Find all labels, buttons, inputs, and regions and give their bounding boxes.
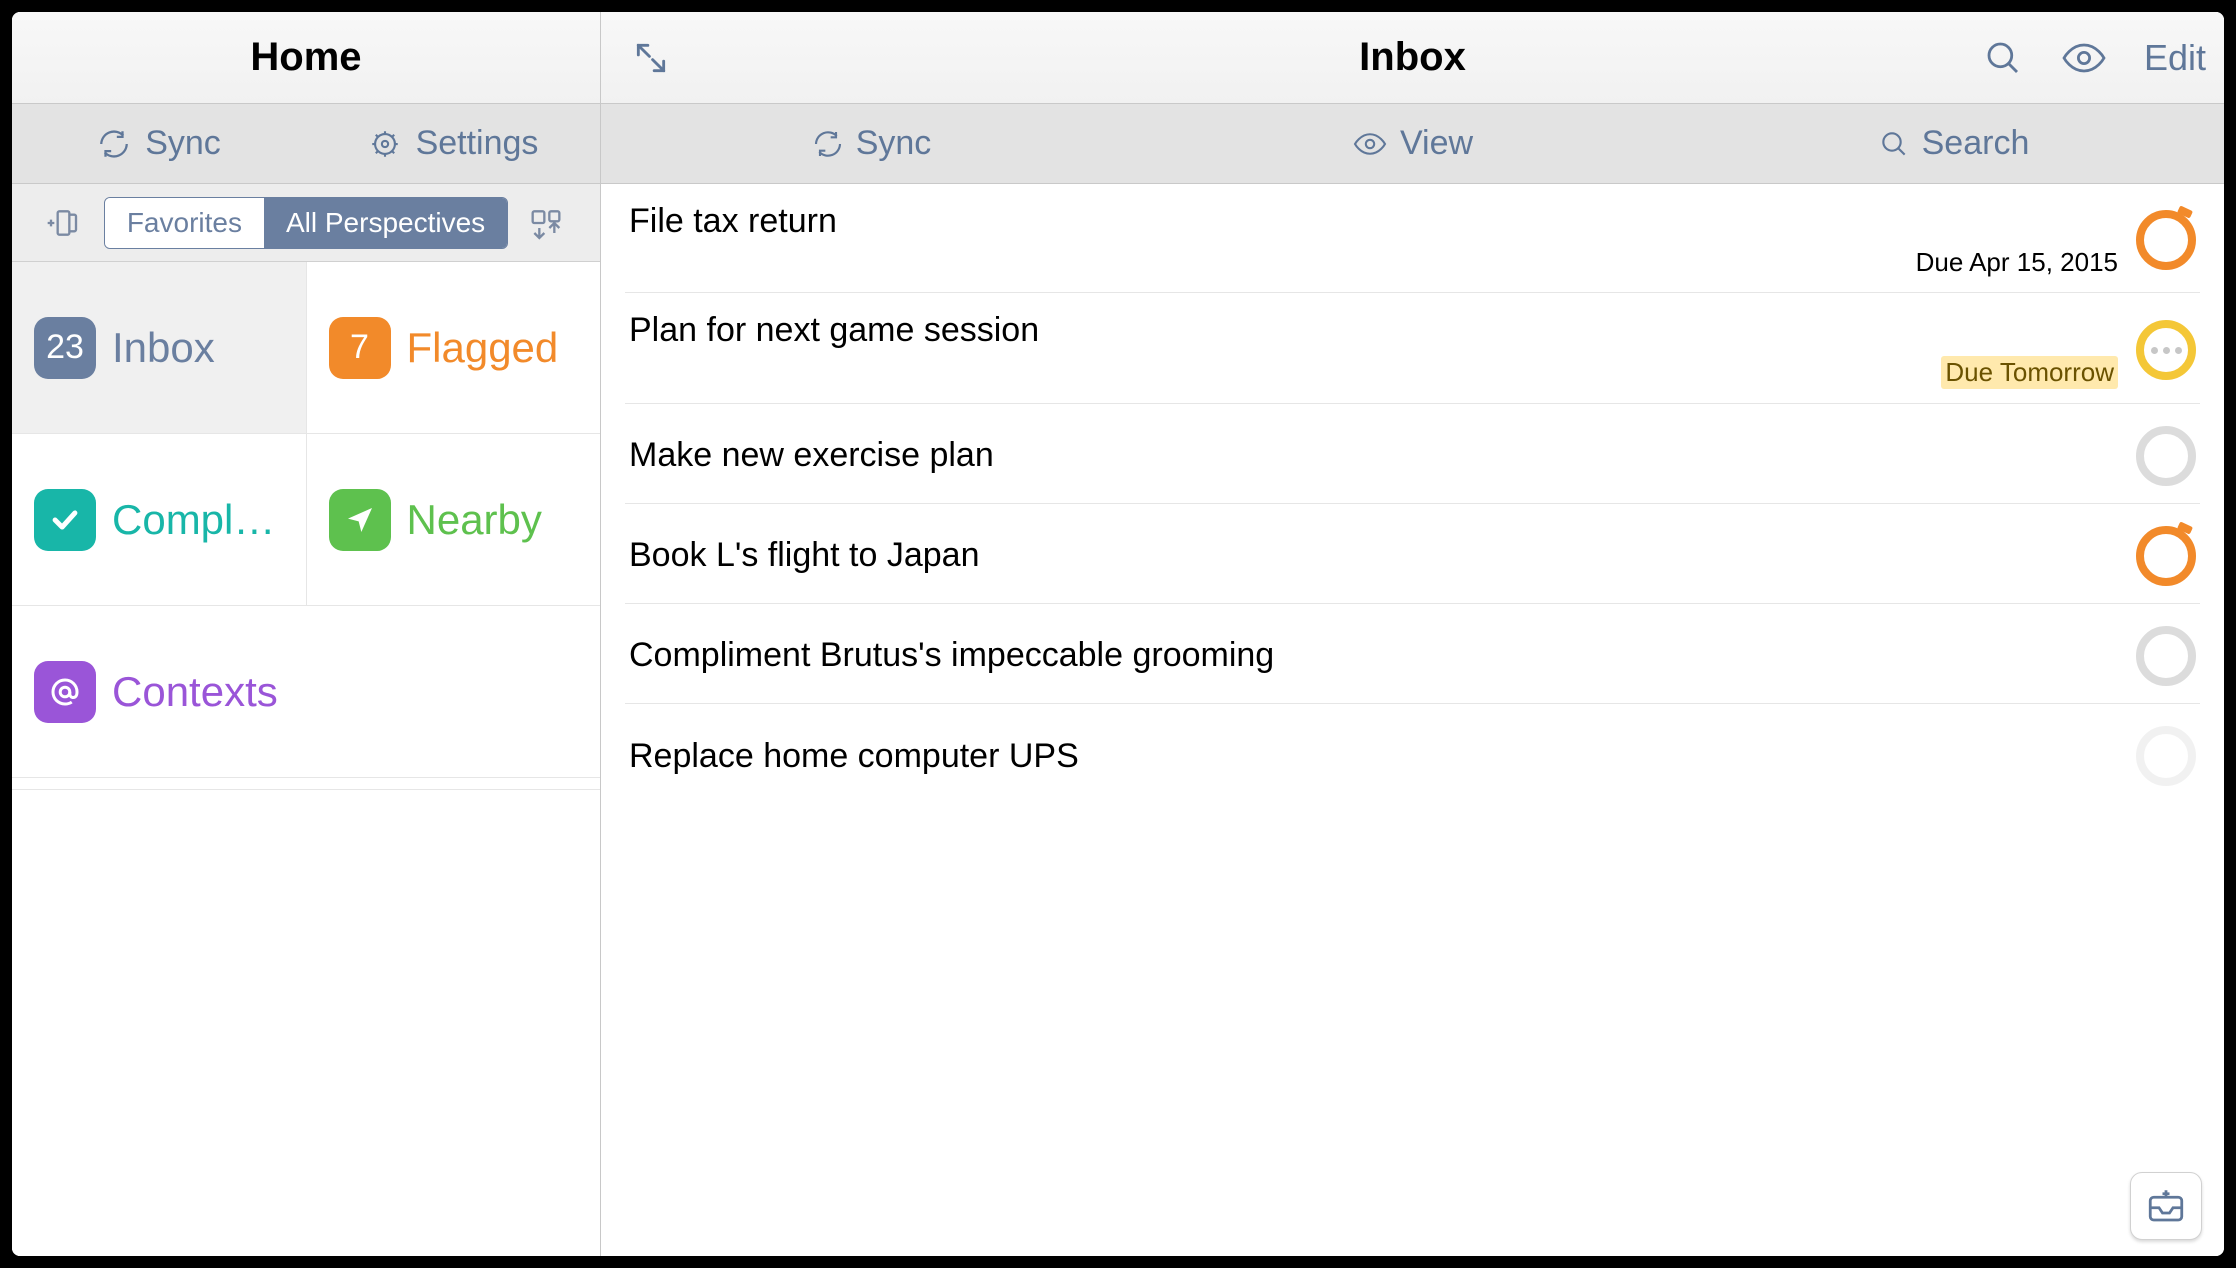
task-due: Due Tomorrow (1941, 356, 2118, 389)
task-title: Book L's flight to Japan (629, 536, 2118, 575)
tile-nearby[interactable]: Nearby (307, 434, 601, 605)
flagged-label: Flagged (407, 324, 559, 372)
search-label: Search (1922, 124, 2030, 163)
new-inbox-item-button[interactable] (2130, 1172, 2202, 1240)
task-row[interactable]: Compliment Brutus's impeccable grooming (625, 604, 2200, 704)
perspectives-grid: 23 Inbox 7 Flagged Compl… (12, 262, 600, 1256)
location-arrow-icon (329, 489, 391, 551)
checkmark-icon (34, 489, 96, 551)
search-icon (1878, 128, 1910, 160)
sync-label: Sync (856, 124, 932, 163)
task-list: File tax return Due Apr 15, 2015 Plan fo… (601, 184, 2224, 1256)
flagged-count-badge: 7 (329, 317, 391, 379)
right-header: Inbox Edit (601, 12, 2224, 104)
header-view-icon[interactable] (2060, 34, 2108, 82)
inbox-count-badge: 23 (34, 317, 96, 379)
status-circle-overdue[interactable] (2136, 526, 2196, 586)
gear-icon (368, 127, 402, 161)
status-circle-due-soon[interactable] (2136, 320, 2196, 380)
task-row[interactable]: Book L's flight to Japan (625, 504, 2200, 604)
task-title: File tax return (629, 202, 2118, 241)
expand-button[interactable] (621, 28, 681, 88)
nearby-label: Nearby (407, 496, 542, 544)
status-circle[interactable] (2136, 426, 2196, 486)
task-row[interactable]: Make new exercise plan (625, 404, 2200, 504)
filter-bar: Favorites All Perspectives (12, 184, 600, 262)
task-title: Make new exercise plan (629, 436, 2118, 475)
view-label: View (1400, 124, 1473, 163)
completed-label: Compl… (112, 496, 275, 544)
settings-button[interactable]: Settings (306, 104, 600, 183)
sync-label: Sync (145, 124, 221, 163)
seg-all-perspectives[interactable]: All Perspectives (264, 198, 507, 248)
settings-label: Settings (416, 124, 539, 163)
view-button[interactable]: View (1142, 104, 1683, 183)
task-row[interactable]: Plan for next game session Due Tomorrow (625, 293, 2200, 404)
task-row[interactable]: Replace home computer UPS (625, 704, 2200, 804)
tile-contexts[interactable]: Contexts (12, 606, 600, 777)
left-header: Home (12, 12, 600, 104)
tile-completed[interactable]: Compl… (12, 434, 307, 605)
task-title: Compliment Brutus's impeccable grooming (629, 636, 2118, 675)
sync-icon (97, 127, 131, 161)
status-circle[interactable] (2136, 626, 2196, 686)
header-search-icon[interactable] (1982, 37, 2024, 79)
right-title: Inbox (1359, 35, 1466, 80)
perspective-segment: Favorites All Perspectives (104, 197, 508, 249)
eye-icon (1352, 126, 1388, 162)
edit-button[interactable]: Edit (2144, 37, 2206, 79)
right-toolbar: Sync View Search (601, 104, 2224, 184)
task-title: Replace home computer UPS (629, 737, 2118, 776)
reorder-icon[interactable] (524, 201, 568, 245)
task-due: Due Apr 15, 2015 (1916, 247, 2118, 278)
left-title: Home (250, 35, 361, 80)
tile-flagged[interactable]: 7 Flagged (307, 262, 601, 433)
task-row[interactable]: File tax return Due Apr 15, 2015 (625, 184, 2200, 293)
inbox-label: Inbox (112, 324, 215, 372)
status-circle-overdue[interactable] (2136, 210, 2196, 270)
sync-button[interactable]: Sync (12, 104, 306, 183)
search-button[interactable]: Search (1683, 104, 2224, 183)
inbox-count: 23 (46, 328, 84, 367)
at-sign-icon (34, 661, 96, 723)
seg-favorites[interactable]: Favorites (105, 198, 264, 248)
left-toolbar: Sync Settings (12, 104, 600, 184)
tile-inbox[interactable]: 23 Inbox (12, 262, 307, 433)
sync-icon (812, 128, 844, 160)
sync-button-right[interactable]: Sync (601, 104, 1142, 183)
contexts-label: Contexts (112, 668, 278, 716)
status-circle[interactable] (2136, 726, 2196, 786)
add-perspective-icon[interactable] (44, 201, 88, 245)
task-title: Plan for next game session (629, 311, 2118, 350)
flagged-count: 7 (350, 328, 369, 367)
